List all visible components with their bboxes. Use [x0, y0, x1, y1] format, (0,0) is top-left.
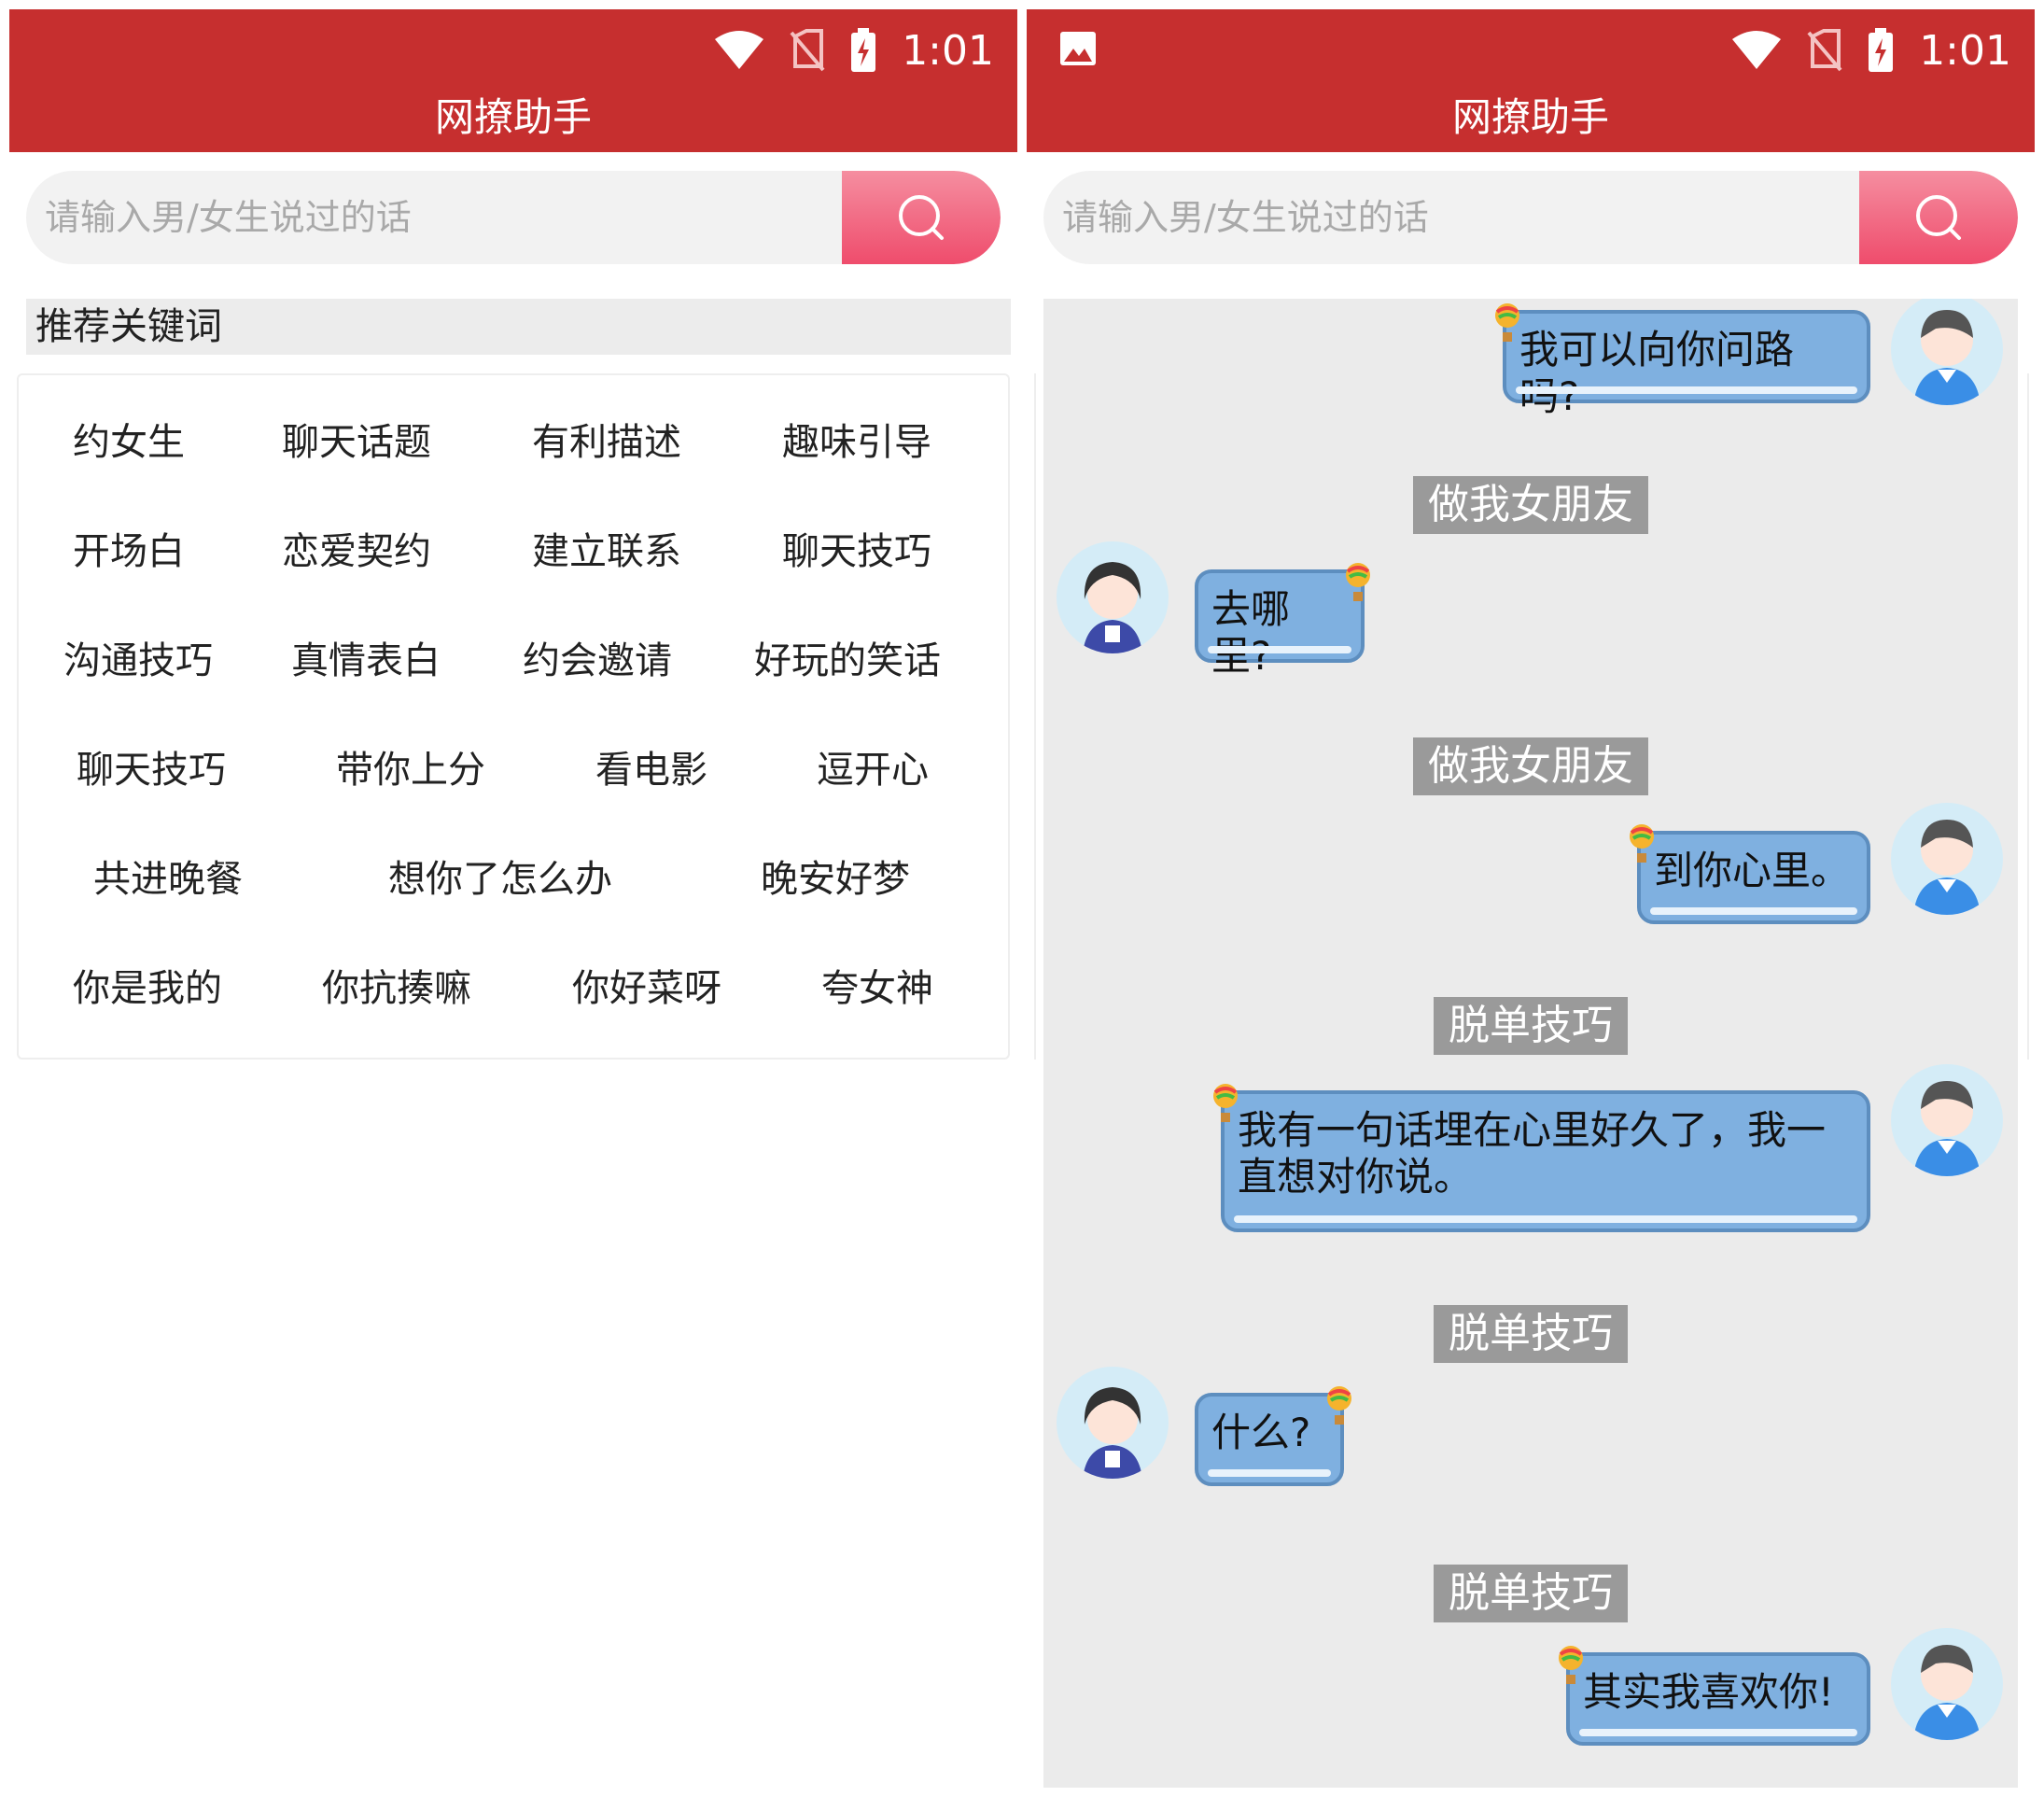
- balloon-icon: [1630, 824, 1654, 863]
- keyword-item[interactable]: 有利描述: [532, 405, 681, 480]
- keyword-item[interactable]: 趣味引导: [782, 405, 931, 480]
- search-icon: [899, 195, 944, 240]
- search-bar: [26, 171, 1001, 264]
- chat-bubble: 到你心里。: [1637, 831, 1870, 924]
- keyword-item[interactable]: 共进晚餐: [93, 842, 243, 917]
- girl-avatar: [1057, 541, 1169, 653]
- chat-bubble: 什么?: [1195, 1393, 1344, 1486]
- keyword-row: 你是我的 你抗揍嘛 你好菜呀 夸女神: [19, 951, 1008, 1026]
- keyword-row: 共进晚餐 想你了怎么办 晚安好梦: [19, 842, 1008, 917]
- keyword-item[interactable]: 聊天技巧: [77, 733, 226, 807]
- boy-avatar: [1891, 1064, 2003, 1176]
- chat-bubble: 其实我喜欢你!: [1566, 1652, 1870, 1746]
- chat-bubble: 去哪里?: [1195, 569, 1365, 679]
- message-text: 其实我喜欢你!: [1583, 1669, 1834, 1715]
- keyword-item[interactable]: 晚安好梦: [761, 842, 910, 917]
- status-bar: 1:01: [1730, 22, 2011, 78]
- panel-border: [1034, 373, 1036, 1060]
- girl-avatar: [1057, 1367, 1169, 1479]
- keyword-item[interactable]: 逗开心: [817, 733, 929, 807]
- screen-keywords: 1:01 网撩助手 推荐关键词 约女生 聊天话题 有利描述 趣味引导 开场白 恋…: [9, 9, 1017, 1797]
- topic-tag: 脱单技巧: [1434, 997, 1628, 1055]
- keyword-item[interactable]: 带你上分: [336, 733, 485, 807]
- topic-tag: 脱单技巧: [1434, 1305, 1628, 1363]
- keyword-item[interactable]: 夸女神: [821, 951, 933, 1026]
- balloon-icon: [1559, 1646, 1583, 1684]
- keyword-item[interactable]: 建立联系: [532, 514, 681, 589]
- app-bar: 1:01 网撩助手: [9, 9, 1017, 152]
- battery-charging-icon: [1869, 28, 1894, 72]
- keyword-panel: 约女生 聊天话题 有利描述 趣味引导 开场白 恋爱契约 建立联系 聊天技巧 沟通…: [17, 373, 1010, 1060]
- search-input[interactable]: [26, 171, 838, 264]
- balloon-icon: [1327, 1386, 1351, 1425]
- status-time: 1:01: [902, 26, 994, 75]
- search-button[interactable]: [842, 171, 1001, 264]
- boy-avatar: [1891, 299, 2003, 405]
- wifi-icon: [715, 31, 764, 69]
- keyword-item[interactable]: 你是我的: [73, 951, 222, 1026]
- app-title: 网撩助手: [1451, 94, 1609, 140]
- no-sim-icon: [790, 29, 825, 72]
- search-input[interactable]: [1043, 171, 1855, 264]
- keyword-row: 约女生 聊天话题 有利描述 趣味引导: [19, 405, 1008, 480]
- message-text: 我有一句话埋在心里好久了，我一直想对你说。: [1238, 1107, 1827, 1200]
- keyword-item[interactable]: 约女生: [73, 405, 185, 480]
- message-text: 我可以向你问路吗?: [1519, 327, 1795, 419]
- status-bar: 1:01: [713, 22, 994, 78]
- chat-bubble: 我有一句话埋在心里好久了，我一直想对你说。: [1221, 1090, 1870, 1232]
- keyword-item[interactable]: 聊天技巧: [782, 514, 931, 589]
- app-bar: 1:01 网撩助手: [1027, 9, 2035, 152]
- recommend-header: 推荐关键词: [26, 299, 1011, 355]
- topic-tag: 脱单技巧: [1434, 1565, 1628, 1622]
- message-text: 去哪里?: [1211, 586, 1291, 679]
- keyword-item[interactable]: 约会邀请: [523, 624, 672, 698]
- keyword-row: 聊天技巧 带你上分 看电影 逗开心: [19, 733, 1008, 807]
- wifi-icon: [1732, 31, 1782, 69]
- status-time: 1:01: [1919, 26, 2011, 75]
- message-text: 什么?: [1211, 1410, 1311, 1455]
- message-text: 到你心里。: [1654, 848, 1851, 893]
- boy-avatar: [1891, 1628, 2003, 1740]
- keyword-item[interactable]: 看电影: [595, 733, 707, 807]
- balloon-icon: [1346, 563, 1370, 601]
- keyword-row: 沟通技巧 真情表白 约会邀请 好玩的笑话: [19, 624, 1008, 698]
- battery-charging-icon: [851, 28, 876, 72]
- keyword-item[interactable]: 沟通技巧: [63, 624, 213, 698]
- topic-tag: 做我女朋友: [1413, 737, 1648, 795]
- topic-tag: 做我女朋友: [1413, 476, 1648, 534]
- keyword-item[interactable]: 聊天话题: [282, 405, 431, 480]
- balloon-icon: [1495, 303, 1519, 342]
- keyword-item[interactable]: 真情表白: [291, 624, 441, 698]
- screen-chat: 1:01 网撩助手 我可以向你问路吗? 做我女朋友 去哪里? 做我女朋友: [1027, 9, 2035, 1797]
- keyword-item[interactable]: 恋爱契约: [282, 514, 431, 589]
- keyword-item[interactable]: 想你了怎么办: [388, 842, 612, 917]
- chat-bubble: 我可以向你问路吗?: [1503, 310, 1870, 419]
- keyword-item[interactable]: 你抗揍嘛: [322, 951, 471, 1026]
- chat-area: 我可以向你问路吗? 做我女朋友 去哪里? 做我女朋友 到你心里。 脱单技巧 我有…: [1043, 299, 2018, 1788]
- image-icon: [1060, 32, 1096, 65]
- balloon-icon: [1213, 1084, 1238, 1122]
- keyword-item[interactable]: 你好菜呀: [572, 951, 721, 1026]
- search-bar: [1043, 171, 2018, 264]
- keyword-row: 开场白 恋爱契约 建立联系 聊天技巧: [19, 514, 1008, 589]
- panel-border: [2027, 373, 2029, 1060]
- search-icon: [1916, 195, 1961, 240]
- boy-avatar: [1891, 803, 2003, 915]
- no-sim-icon: [1807, 29, 1842, 72]
- app-title: 网撩助手: [434, 94, 592, 140]
- keyword-item[interactable]: 开场白: [73, 514, 185, 589]
- search-button[interactable]: [1859, 171, 2018, 264]
- keyword-item[interactable]: 好玩的笑话: [754, 624, 941, 698]
